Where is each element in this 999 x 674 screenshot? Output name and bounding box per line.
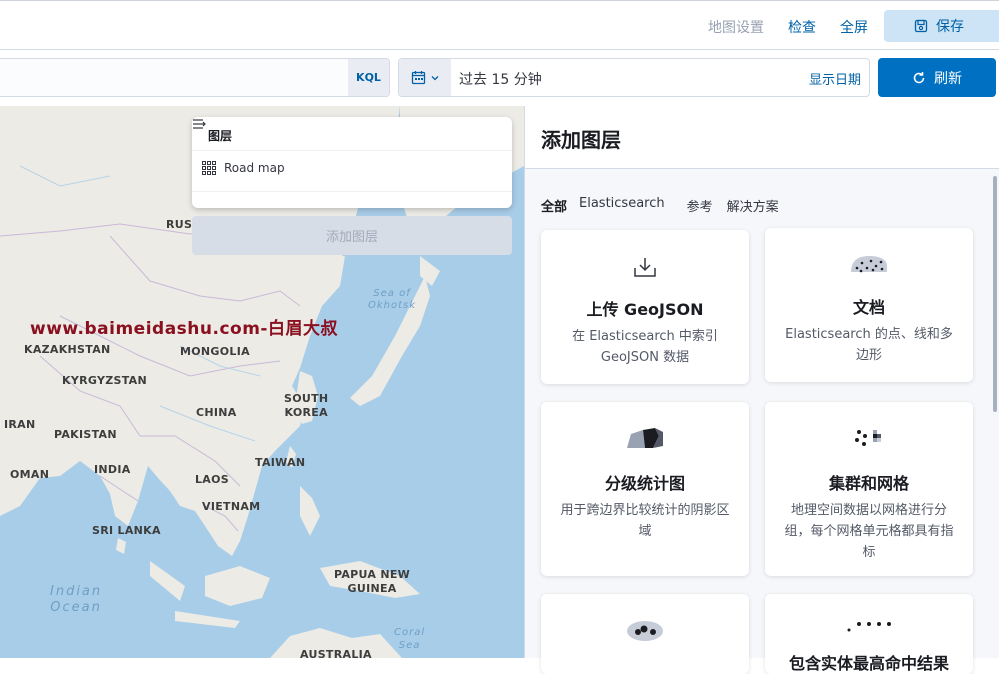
filter-reference[interactable]: 参考 [687, 196, 713, 215]
label-sri-lanka: SRI LANKA [92, 524, 161, 537]
card-title: 集群和网格 [828, 474, 909, 493]
documents-icon [765, 252, 973, 278]
add-layer-panel: 添加图层 全部 Elasticsearch 参考 解决方案 上传 GeoJSON… [524, 106, 999, 674]
label-china: CHINA [196, 406, 237, 419]
label-south-korea: SOUTH KOREA [284, 392, 329, 419]
scrollbar[interactable] [993, 176, 997, 412]
label-iran: IRAN [4, 418, 36, 431]
choropleth-icon [541, 426, 749, 452]
upload-icon [541, 254, 749, 280]
save-button[interactable]: 保存 [884, 10, 999, 42]
grid-icon [202, 161, 216, 175]
label-mongolia: MONGOLIA [180, 345, 250, 358]
label-india: INDIA [94, 463, 131, 476]
label-kazakhstan: KAZAKHSTAN [24, 343, 111, 356]
add-layer-button: 添加图层 [192, 216, 512, 255]
inspect-link[interactable]: 检查 [788, 17, 816, 37]
date-picker[interactable]: 过去 15 分钟 显示日期 [398, 58, 870, 97]
map-settings-link[interactable]: 地图设置 [708, 17, 764, 37]
fullscreen-link[interactable]: 全屏 [840, 17, 868, 37]
card-clusters-grids[interactable]: 集群和网格 地理空间数据以网格进行分组，每个网格单元格都具有指标 [765, 402, 973, 576]
search-input[interactable]: KQL [0, 58, 390, 97]
map-canvas[interactable]: RUSS KAZAKHSTAN MONGOLIA KYRGYZSTAN CHIN… [0, 106, 524, 658]
layer-item-label: Road map [224, 161, 285, 175]
label-pakistan: PAKISTAN [54, 428, 117, 441]
card-title: 分级统计图 [604, 474, 685, 493]
save-label: 保存 [936, 19, 964, 35]
label-oman: OMAN [10, 468, 50, 481]
filter-elasticsearch[interactable]: Elasticsearch [579, 196, 665, 215]
label-laos: LAOS [195, 473, 229, 486]
query-bar: KQL 过去 15 分钟 显示日期 刷新 [0, 50, 999, 106]
calendar-icon [411, 71, 425, 85]
chevron-down-icon [431, 75, 438, 80]
divider [192, 191, 512, 192]
layer-panel-title: 图层 [208, 129, 233, 143]
query-language-button[interactable]: KQL [348, 59, 389, 96]
top-hits-icon [765, 618, 973, 638]
clusters-grid-icon [765, 426, 973, 452]
filter-solutions[interactable]: 解决方案 [727, 196, 779, 215]
label-australia: AUSTRALIA [300, 648, 372, 658]
card-title: 文档 [852, 298, 885, 317]
card-heatmap[interactable] [541, 594, 749, 674]
layer-control-panel: 图层 Road map [192, 117, 512, 208]
panel-title: 添加图层 [541, 128, 621, 152]
layer-type-filters: 全部 Elasticsearch 参考 解决方案 [541, 196, 801, 215]
card-documents[interactable]: 文档 Elasticsearch 的点、线和多边形 [765, 228, 973, 382]
card-upload-geojson[interactable]: 上传 GeoJSON 在 Elasticsearch 中索引 GeoJSON 数… [541, 230, 749, 384]
card-title: 上传 GeoJSON [586, 300, 704, 319]
top-header: 地图设置 检查 全屏 保存 [0, 0, 999, 50]
panel-header: 添加图层 [525, 106, 999, 169]
label-indian-ocean: Indian Ocean [50, 584, 103, 615]
filter-all[interactable]: 全部 [541, 196, 567, 215]
label-vietnam: VIETNAM [202, 500, 261, 513]
card-description: 在 Elasticsearch 中索引 GeoJSON 数据 [572, 329, 718, 365]
time-range-text: 过去 15 分钟 [459, 72, 542, 88]
label-papua-new-guinea: PAPUA NEW GUINEA [334, 568, 411, 595]
refresh-label: 刷新 [934, 70, 962, 87]
card-choropleth[interactable]: 分级统计图 用于跨边界比较统计的阴影区域 [541, 402, 749, 576]
label-taiwan: TAIWAN [255, 456, 306, 469]
save-icon [914, 19, 928, 33]
card-description: 地理空间数据以网格进行分组，每个网格单元格都具有指标 [784, 503, 954, 560]
divider [192, 150, 512, 151]
layer-item-road-map[interactable]: Road map [202, 161, 285, 175]
watermark-text: www.baimeidashu.com-白眉大叔 [30, 319, 338, 339]
label-coral-sea: Coral Sea [394, 627, 426, 651]
card-description: 用于跨边界比较统计的阴影区域 [560, 503, 730, 539]
show-dates-link[interactable]: 显示日期 [809, 69, 861, 88]
refresh-icon [913, 71, 925, 83]
card-description: Elasticsearch 的点、线和多边形 [785, 327, 953, 363]
label-sea-of-okhotsk: Sea of Okhotsk [368, 288, 417, 311]
refresh-button[interactable]: 刷新 [878, 58, 996, 97]
collapse-panel-icon[interactable] [192, 117, 208, 131]
heatmap-icon [541, 618, 749, 644]
card-title: 包含实体最高命中结果 [788, 654, 949, 673]
card-top-hits[interactable]: 包含实体最高命中结果 [765, 594, 973, 674]
label-kyrgyzstan: KYRGYZSTAN [62, 374, 147, 387]
quick-select-button[interactable] [399, 59, 451, 96]
